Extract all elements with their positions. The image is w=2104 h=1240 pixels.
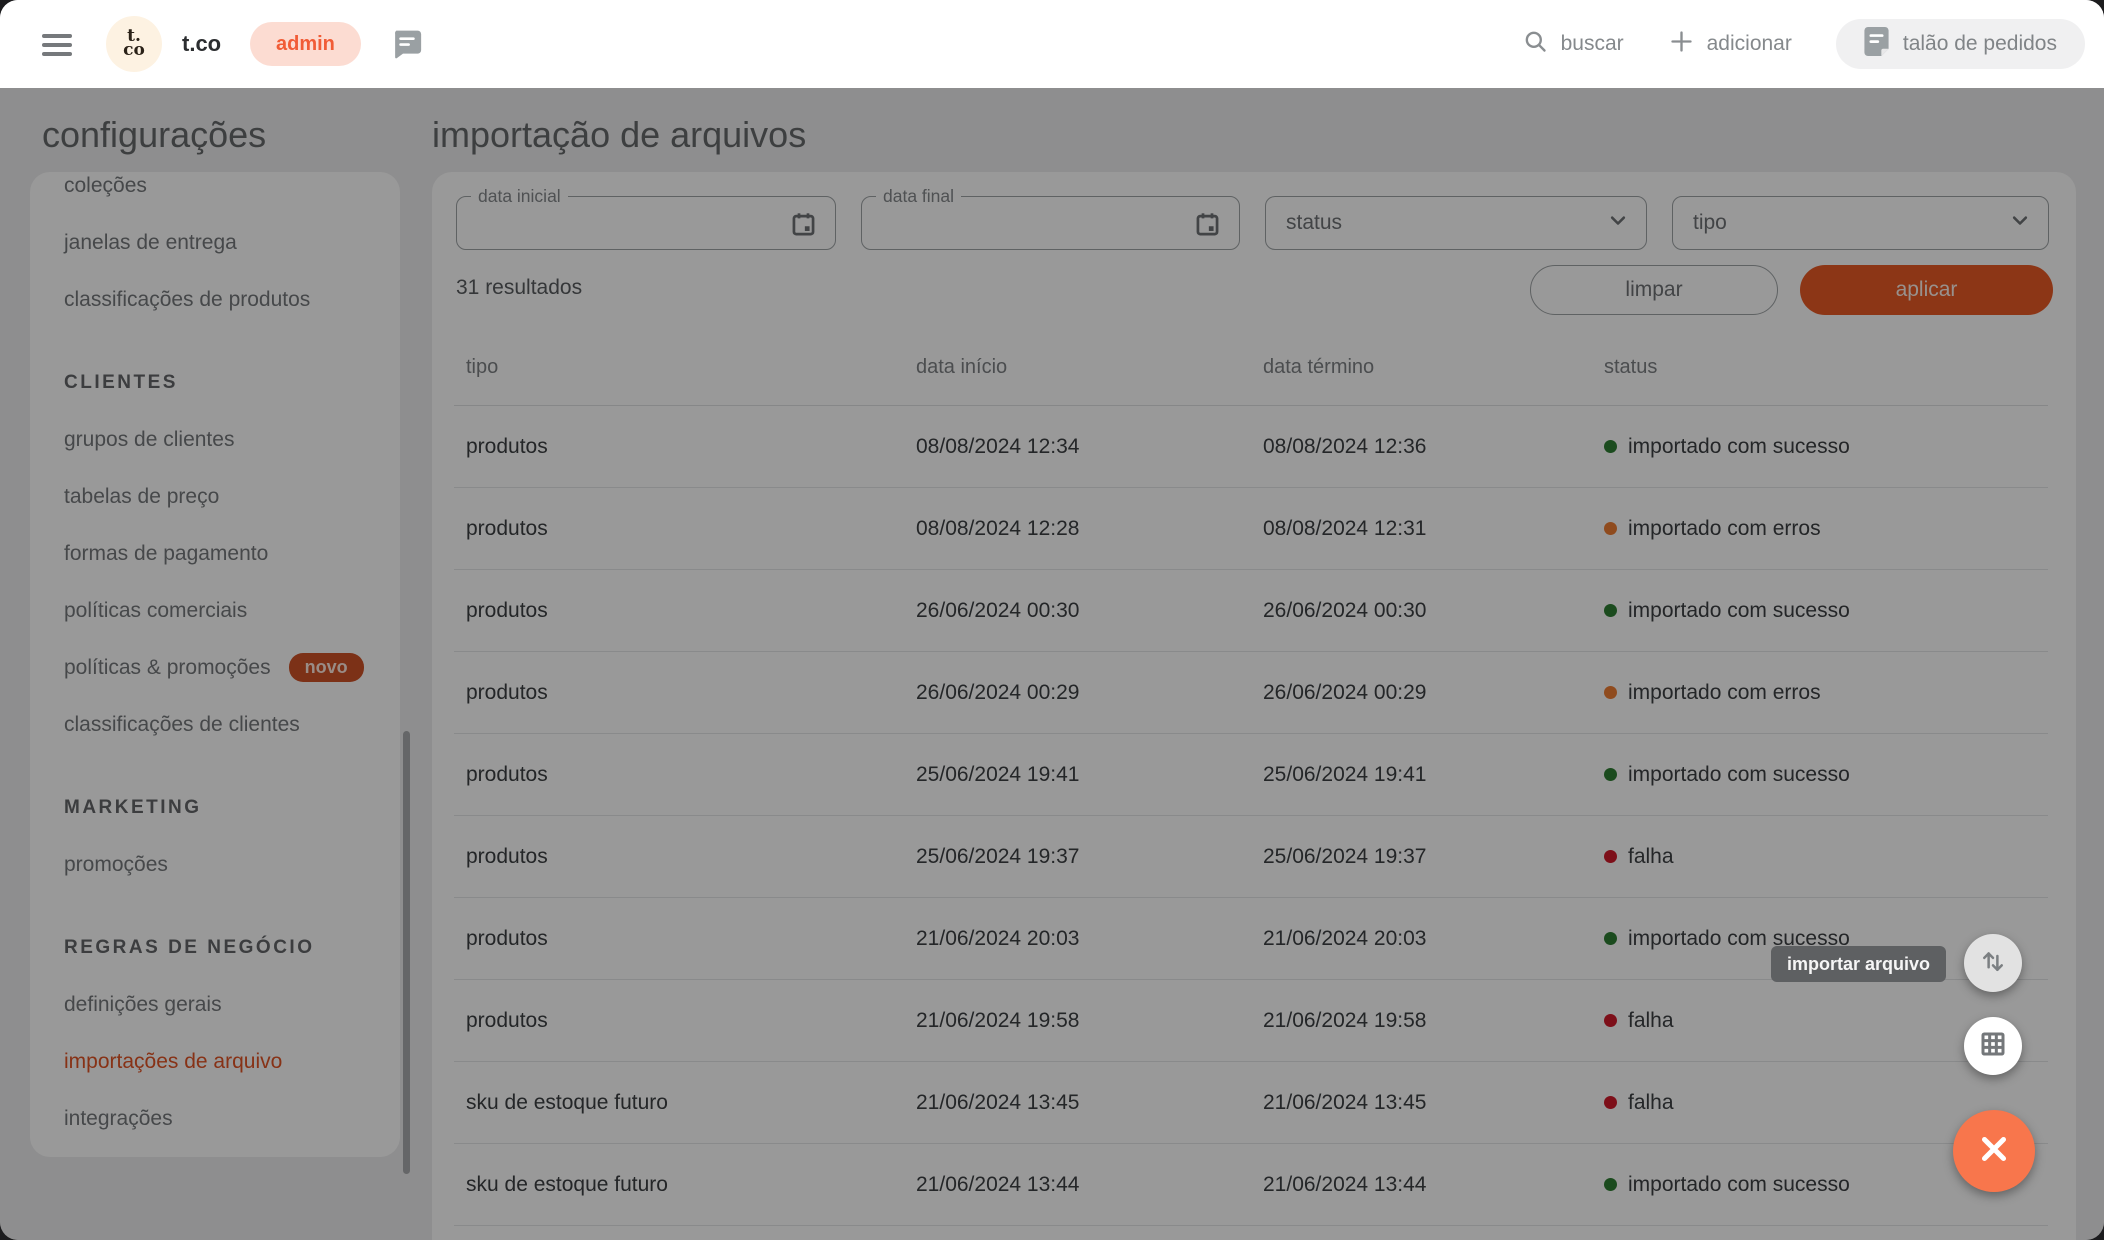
- backdrop-overlay[interactable]: [0, 88, 2104, 1240]
- top-navbar: t. co t.co admin buscar adicionar: [0, 0, 2104, 88]
- admin-badge: admin: [250, 22, 361, 66]
- import-file-tooltip: importar arquivo: [1771, 946, 1946, 982]
- navbar-right-group: buscar adicionar talão de pedidos: [1522, 0, 2085, 88]
- grid-icon: [1978, 1029, 2008, 1064]
- chat-icon[interactable]: [390, 28, 424, 60]
- add-label: adicionar: [1707, 32, 1792, 56]
- order-pad-button[interactable]: talão de pedidos: [1836, 19, 2085, 69]
- receipt-icon: [1864, 27, 1889, 62]
- close-fab[interactable]: [1953, 1110, 2035, 1192]
- import-file-fab[interactable]: [1964, 934, 2022, 992]
- plus-icon: [1668, 28, 1695, 61]
- order-pad-label: talão de pedidos: [1903, 32, 2057, 56]
- search-icon: [1522, 28, 1549, 61]
- company-logo-avatar: t. co: [106, 16, 162, 72]
- logo-monogram-bottom: co: [123, 44, 145, 58]
- add-button[interactable]: adicionar: [1668, 28, 1792, 61]
- search-button[interactable]: buscar: [1522, 28, 1624, 61]
- grid-view-fab[interactable]: [1964, 1017, 2022, 1075]
- company-name: t.co: [182, 0, 221, 88]
- hamburger-menu-icon[interactable]: [42, 34, 72, 56]
- search-label: buscar: [1561, 32, 1624, 56]
- import-export-icon: [1978, 946, 2008, 981]
- app-screen: t. co t.co admin buscar adicionar: [0, 0, 2104, 1240]
- close-icon: [1975, 1130, 2013, 1173]
